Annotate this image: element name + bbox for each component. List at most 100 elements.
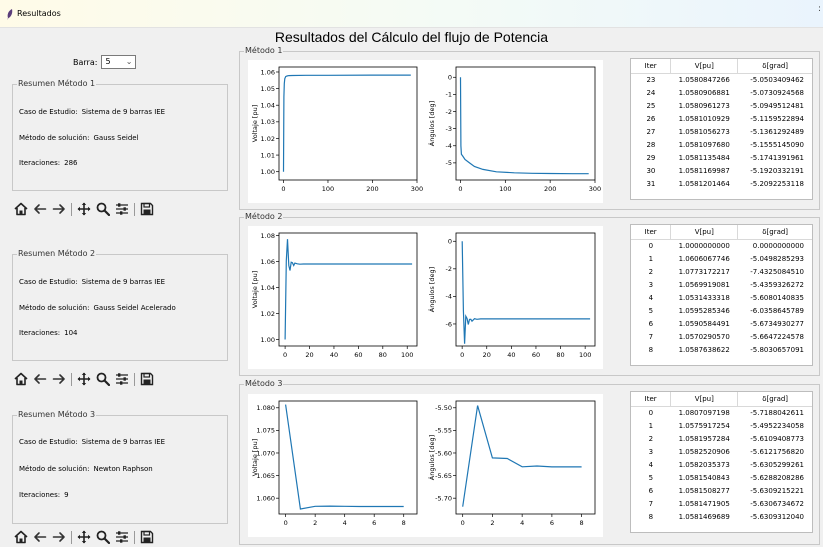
- column-header[interactable]: δ[grad]: [737, 59, 812, 74]
- pan-button[interactable]: [77, 202, 91, 216]
- table-row[interactable]: 26 1.0581010929 -5.1159522894: [631, 112, 812, 125]
- column-header[interactable]: V[pu]: [670, 392, 739, 407]
- table-cell: 1.0581097680: [678, 140, 730, 149]
- column-header[interactable]: V[pu]: [670, 59, 739, 74]
- home-button[interactable]: [14, 530, 28, 544]
- table-row[interactable]: 7 1.0581471905 -5.6306734672: [631, 497, 812, 510]
- table-row[interactable]: 30 1.0581169987 -5.1920332191: [631, 164, 812, 177]
- table-row[interactable]: 4 1.0582035373 -5.6305299261: [631, 458, 812, 471]
- table-row[interactable]: 3 1.0569919081 -5.4359326272: [631, 278, 812, 291]
- method-3-frame: Método 3 0 2 4 6 8 1.060 1.065 1.070 1.075 1.080 V…: [239, 379, 820, 545]
- home-button[interactable]: [14, 202, 28, 216]
- zoom-button[interactable]: [96, 202, 110, 216]
- summary-case-value: Sistema de 9 barras IEE: [81, 108, 166, 116]
- iteration-table-grid: Iter V[pu] δ[grad] 0 1.0000000000 0.000000000…: [631, 225, 812, 356]
- table-row[interactable]: 6 1.0590584491 -5.6734930277: [631, 317, 812, 330]
- configure-subplots-button[interactable]: [115, 372, 129, 386]
- y-axis-label: Voltaje [pu]: [251, 439, 259, 476]
- table-cell: 4: [648, 460, 654, 469]
- table-row[interactable]: 6 1.0581508277 -5.6309215221: [631, 484, 812, 497]
- table-row[interactable]: 8 1.0587638622 -5.8030657091: [631, 343, 812, 356]
- y-tick-label: 1.065: [256, 472, 275, 480]
- configure-subplots-button[interactable]: [115, 530, 129, 544]
- y-tick-label: 0: [448, 238, 452, 246]
- save-button[interactable]: [140, 372, 154, 386]
- table-row[interactable]: 5 1.0581540843 -5.6288208286: [631, 471, 812, 484]
- axes-frame: [455, 232, 596, 347]
- table-cell: 1.0000000000: [678, 241, 730, 250]
- table-row[interactable]: 0 1.0000000000 0.0000000000: [631, 239, 812, 252]
- column-header[interactable]: δ[grad]: [737, 392, 812, 407]
- table-row[interactable]: 25 1.0580961273 -5.0949512481: [631, 99, 812, 112]
- column-header[interactable]: Iter: [631, 59, 672, 74]
- summary-iterations-value: 104: [64, 329, 78, 337]
- pan-button[interactable]: [77, 530, 91, 544]
- zoom-button[interactable]: [96, 372, 110, 386]
- save-button[interactable]: [140, 202, 154, 216]
- table-row[interactable]: 29 1.0581135484 -5.1741391961: [631, 151, 812, 164]
- table-row[interactable]: 4 1.0531433318 -5.6080140835: [631, 291, 812, 304]
- back-arrow-button[interactable]: [33, 372, 47, 386]
- table-row[interactable]: 27 1.0581056273 -5.1361292489: [631, 125, 812, 138]
- table-row[interactable]: 0 1.0807097198 -5.7188042611: [631, 406, 812, 419]
- series-line: [462, 405, 582, 507]
- table-cell: 1.0807097198: [678, 408, 730, 417]
- table-row[interactable]: 1 1.0575917254 -5.4952234058: [631, 419, 812, 432]
- axes-frame: [455, 400, 596, 515]
- summary-case: Caso de Estudio: Sistema de 9 barras IEE: [19, 438, 166, 446]
- back-arrow-button[interactable]: [33, 202, 47, 216]
- y-tick-label: -2: [446, 265, 452, 273]
- configure-subplots-icon: [116, 373, 128, 385]
- table-row[interactable]: 2 1.0773172217 -7.4325084510: [631, 265, 812, 278]
- y-tick-label: -4: [446, 293, 452, 301]
- summary-method-1: Resumen Método 1 Caso de Estudio: Sistema…: [12, 79, 228, 191]
- table-row[interactable]: 1 1.0606067746 -5.0498285293: [631, 252, 812, 265]
- configure-subplots-button[interactable]: [115, 202, 129, 216]
- table-row[interactable]: 23 1.0580847266 -5.0503409462: [631, 73, 812, 86]
- column-header[interactable]: Iter: [631, 225, 672, 240]
- method-3-plot-area: 0 2 4 6 8 1.060 1.065 1.070 1.075 1.080 Voltaje [p…: [248, 394, 603, 537]
- column-header[interactable]: V[pu]: [670, 225, 739, 240]
- table-row[interactable]: 31 1.0581201464 -5.2092253118: [631, 177, 812, 190]
- summary-iterations-value: 286: [64, 159, 78, 167]
- table-cell: 1.0773172217: [678, 267, 730, 276]
- summary-label: Resumen Método 3: [17, 410, 97, 420]
- table-cell: 1.0580847266: [678, 75, 730, 84]
- table-cell: -7.4325084510: [750, 267, 804, 276]
- table-row[interactable]: 3 1.0582520906 -5.6121756820: [631, 445, 812, 458]
- column-header[interactable]: Iter: [631, 392, 672, 407]
- y-tick-label: 1.04: [261, 102, 275, 110]
- toolbar-separator: [71, 372, 72, 386]
- axes-frame: [455, 66, 596, 181]
- table-row[interactable]: 8 1.0581469689 -5.6309312040: [631, 510, 812, 523]
- table-cell: -5.6288208286: [750, 473, 804, 482]
- table-cell: 8: [648, 345, 654, 354]
- pan-button[interactable]: [77, 372, 91, 386]
- forward-arrow-button[interactable]: [52, 372, 66, 386]
- x-tick-label: 8: [580, 519, 584, 527]
- table-row[interactable]: 24 1.0580906881 -5.0730924568: [631, 86, 812, 99]
- column-header[interactable]: δ[grad]: [737, 225, 812, 240]
- table-row[interactable]: 7 1.0570290570 -5.6647224578: [631, 330, 812, 343]
- angle-chart: 0 2 4 6 8 -5.50 -5.55 -5.60 -5.65 -5.70 Ángulos [d…: [427, 400, 596, 527]
- angle-chart: 0 100 200 300 0 -1 -2 -3 -4 -5 Ángulos [deg]: [427, 66, 601, 193]
- y-tick-label: -5.70: [435, 494, 452, 502]
- save-button[interactable]: [140, 530, 154, 544]
- forward-arrow-button[interactable]: [52, 202, 66, 216]
- bar-select[interactable]: 5 ⌄: [101, 55, 137, 69]
- table-row[interactable]: 28 1.0581097680 -5.1555145090: [631, 138, 812, 151]
- plot-toolbar-2: [14, 371, 154, 387]
- table-cell: 27: [646, 127, 656, 136]
- axes-frame: [278, 66, 418, 181]
- zoom-button[interactable]: [96, 530, 110, 544]
- x-tick-label: 0: [461, 519, 465, 527]
- summary-iterations: Iteraciones: 9: [19, 491, 69, 499]
- table-row[interactable]: 2 1.0581957284 -5.6109408773: [631, 432, 812, 445]
- forward-arrow-button[interactable]: [52, 530, 66, 544]
- home-button[interactable]: [14, 372, 28, 386]
- summary-method-value: Gauss Seidel Acelerado: [93, 304, 176, 312]
- x-tick-label: 0: [458, 185, 462, 193]
- table-cell: 0: [648, 241, 654, 250]
- table-row[interactable]: 5 1.0595285346 -6.0358645789: [631, 304, 812, 317]
- back-arrow-button[interactable]: [33, 530, 47, 544]
